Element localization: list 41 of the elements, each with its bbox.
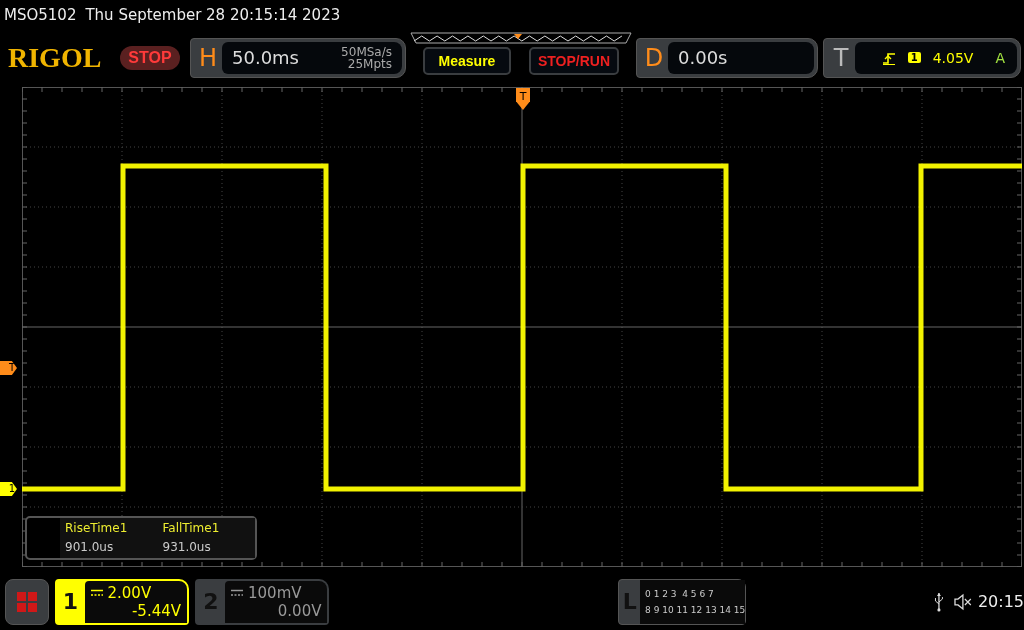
channel-scale: 100mV	[248, 583, 302, 602]
channel-offset: -5.44V	[131, 601, 181, 620]
channel-number: 1	[61, 588, 80, 616]
measure-button[interactable]: Measure	[423, 47, 511, 75]
grid-menu-icon	[15, 590, 38, 613]
trigger-label: T	[832, 42, 850, 74]
sample-rate: 50MSa/s	[341, 45, 392, 58]
measurement-name: RiseTime1	[65, 520, 129, 537]
delay-value: 0.00s	[678, 47, 728, 68]
horizontal-label: H	[197, 42, 218, 74]
usb-icon	[934, 591, 945, 612]
trigger-source-badge: 1	[907, 52, 921, 63]
delay-panel[interactable]: D 0.00s	[636, 37, 818, 78]
timebase-value: 50.0ms	[232, 47, 299, 68]
date-time: Thu September 28 20:15:14 2023	[85, 6, 341, 24]
delay-label: D	[643, 42, 665, 74]
measurement-value: 931.0us	[162, 539, 212, 556]
measurement-value: 901.0us	[65, 539, 115, 556]
device-model: MSO5102	[4, 6, 77, 24]
dc-coupling-icon	[90, 588, 103, 597]
dc-coupling-icon	[231, 588, 243, 597]
trigger-panel[interactable]: T 1 4.05V A	[823, 37, 1021, 78]
brand-logo: RIGOL	[8, 41, 103, 74]
digital-channel-list: 0 1 2 3 4 5 6 7	[645, 585, 746, 602]
channel-marker[interactable]: 1	[0, 482, 17, 496]
memory-depth: 25Mpts	[347, 57, 392, 70]
channel-offset: 0.00V	[277, 601, 322, 620]
stop-run-button[interactable]: STOP/RUN	[529, 47, 619, 75]
channel-panel[interactable]: 1 2.00V -5.44V	[54, 578, 189, 625]
trigger-mode: A	[995, 49, 1005, 66]
measurement-name: FallTime1	[162, 520, 221, 537]
digital-channel-list: 8 9 10 11 12 13 14 15	[645, 601, 746, 618]
clock-time: 20:15	[977, 592, 1024, 611]
trigger-level: 4.05V	[932, 49, 974, 66]
speaker-muted-icon	[954, 592, 972, 611]
channel-scale: 2.00V	[107, 583, 152, 602]
menu-button[interactable]	[5, 578, 49, 625]
horizontal-panel[interactable]: H 50.0ms 50MSa/s 25Mpts	[190, 37, 406, 78]
trigger-position-marker[interactable]: T	[516, 88, 530, 110]
run-state-button[interactable]: STOP	[120, 45, 180, 70]
rising-edge-icon	[881, 50, 896, 65]
